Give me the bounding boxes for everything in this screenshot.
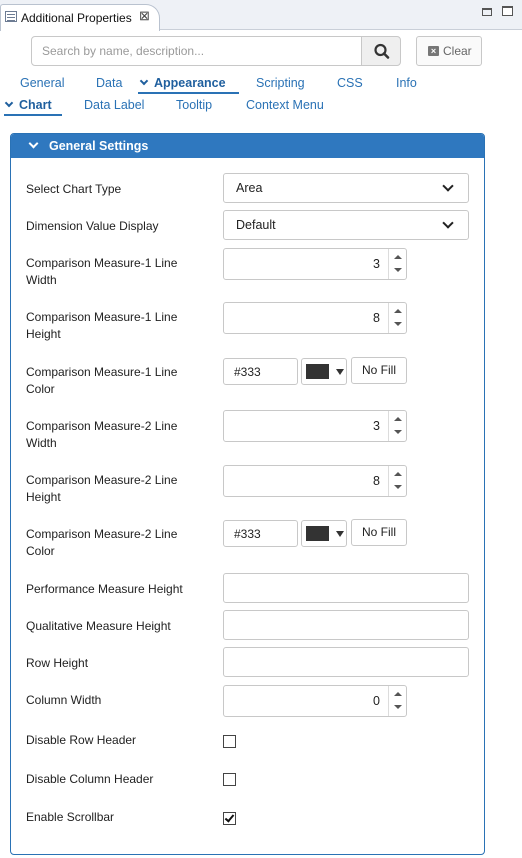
properties-view-icon (5, 11, 17, 22)
cm2-line-width-stepper[interactable]: 3 (223, 410, 407, 442)
caret-up-icon[interactable] (394, 417, 402, 421)
view-tab[interactable]: Additional Properties ⊠ (0, 4, 160, 31)
cm1-line-height-stepper[interactable]: 8 (223, 302, 407, 334)
stepper-buttons (388, 249, 406, 279)
caret-up-icon[interactable] (394, 472, 402, 476)
tab-css[interactable]: CSS (337, 76, 363, 90)
tab-general[interactable]: General (20, 76, 64, 90)
color-swatch (306, 526, 329, 541)
chevron-down-icon (442, 217, 454, 229)
maximize-icon[interactable] (502, 6, 513, 16)
chevron-down-icon (4, 98, 14, 108)
cm1-line-width-stepper[interactable]: 3 (223, 248, 407, 280)
caret-up-icon[interactable] (394, 255, 402, 259)
clear-button[interactable]: × Clear (416, 36, 482, 66)
subtab-chart[interactable]: Chart (4, 98, 52, 112)
cm2-color-hex-input[interactable]: #333 (223, 520, 298, 547)
disable-row-header-label: Disable Row Header (26, 733, 137, 747)
row-height-input[interactable] (223, 647, 469, 677)
caret-down-icon (336, 531, 344, 537)
subtab-context-menu[interactable]: Context Menu (246, 98, 324, 112)
tab-appearance-underline (138, 92, 239, 94)
cm1-color-hex-input[interactable]: #333 (223, 358, 298, 385)
cm1-color-picker-button[interactable] (301, 358, 347, 385)
cm1-line-width-label: Comparison Measure-1 Line Width (26, 256, 178, 287)
qualitative-height-label: Qualitative Measure Height (26, 619, 171, 633)
chart-type-select[interactable]: Area (223, 173, 469, 203)
panel-title: General Settings (49, 139, 149, 153)
search-input[interactable] (31, 36, 362, 66)
cm2-color-picker-button[interactable] (301, 520, 347, 547)
clear-icon: × (428, 46, 439, 56)
tab-data[interactable]: Data (96, 76, 122, 90)
view-title: Additional Properties (21, 11, 132, 25)
cm2-no-fill-button[interactable]: No Fill (351, 519, 407, 546)
cm1-no-fill-button[interactable]: No Fill (351, 357, 407, 384)
cm1-line-color-label: Comparison Measure-1 Line Color (26, 365, 178, 396)
checkmark-icon (224, 812, 235, 823)
color-swatch (306, 364, 329, 379)
cm2-line-height-stepper[interactable]: 8 (223, 465, 407, 497)
stepper-buttons (388, 411, 406, 441)
chevron-down-icon (442, 180, 454, 192)
cm2-line-width-value: 3 (373, 419, 380, 433)
subtab-chart-label: Chart (19, 98, 52, 112)
cm2-line-width-label: Comparison Measure-2 Line Width (26, 419, 178, 450)
caret-down-icon[interactable] (394, 705, 402, 709)
column-width-stepper[interactable]: 0 (223, 685, 407, 717)
row-height-label: Row Height (26, 656, 89, 670)
tab-appearance[interactable]: Appearance (139, 76, 226, 90)
clear-button-label: Clear (443, 44, 472, 58)
subtab-data-label[interactable]: Data Label (84, 98, 144, 112)
performance-height-label: Performance Measure Height (26, 582, 183, 596)
caret-up-icon[interactable] (394, 309, 402, 313)
close-icon[interactable]: ⊠ (139, 8, 150, 24)
disable-column-header-label: Disable Column Header (26, 772, 154, 786)
caret-down-icon[interactable] (394, 430, 402, 434)
cm2-color-hex-value: #333 (234, 527, 261, 541)
disable-column-header-checkbox[interactable] (223, 773, 236, 786)
qualitative-height-input[interactable] (223, 610, 469, 640)
panel-header[interactable]: General Settings (11, 134, 484, 158)
tab-info[interactable]: Info (396, 76, 417, 90)
stepper-buttons (388, 466, 406, 496)
search-button[interactable] (361, 36, 401, 66)
cm2-line-color-label: Comparison Measure-2 Line Color (26, 527, 178, 558)
tab-appearance-label: Appearance (154, 76, 226, 90)
chart-type-label: Select Chart Type (26, 182, 122, 196)
column-width-value: 0 (373, 694, 380, 708)
enable-scrollbar-label: Enable Scrollbar (26, 810, 115, 824)
chevron-down-icon (28, 138, 39, 149)
minimize-icon[interactable] (482, 8, 492, 16)
cm1-color-hex-value: #333 (234, 365, 261, 379)
chevron-down-icon (139, 76, 149, 86)
stepper-buttons (388, 686, 406, 716)
chart-type-value: Area (236, 181, 263, 195)
cm2-line-height-label: Comparison Measure-2 Line Height (26, 473, 178, 504)
stepper-buttons (388, 303, 406, 333)
tab-scripting[interactable]: Scripting (256, 76, 305, 90)
caret-down-icon[interactable] (394, 485, 402, 489)
disable-row-header-checkbox[interactable] (223, 735, 236, 748)
view-titlebar: Additional Properties ⊠ (0, 0, 522, 31)
caret-down-icon[interactable] (394, 322, 402, 326)
search-icon (374, 43, 390, 59)
performance-height-input[interactable] (223, 573, 469, 603)
dimension-display-label: Dimension Value Display (26, 219, 159, 233)
cm1-line-height-label: Comparison Measure-1 Line Height (26, 310, 178, 341)
enable-scrollbar-checkbox[interactable] (223, 812, 236, 825)
cm2-line-height-value: 8 (373, 474, 380, 488)
caret-down-icon[interactable] (394, 268, 402, 272)
cm1-line-width-value: 3 (373, 257, 380, 271)
cm1-line-height-value: 8 (373, 311, 380, 325)
subtab-tooltip[interactable]: Tooltip (176, 98, 212, 112)
dimension-display-value: Default (236, 218, 276, 232)
caret-down-icon (336, 369, 344, 375)
subtab-chart-underline (4, 114, 62, 116)
column-width-label: Column Width (26, 693, 102, 707)
caret-up-icon[interactable] (394, 692, 402, 696)
dimension-display-select[interactable]: Default (223, 210, 469, 240)
